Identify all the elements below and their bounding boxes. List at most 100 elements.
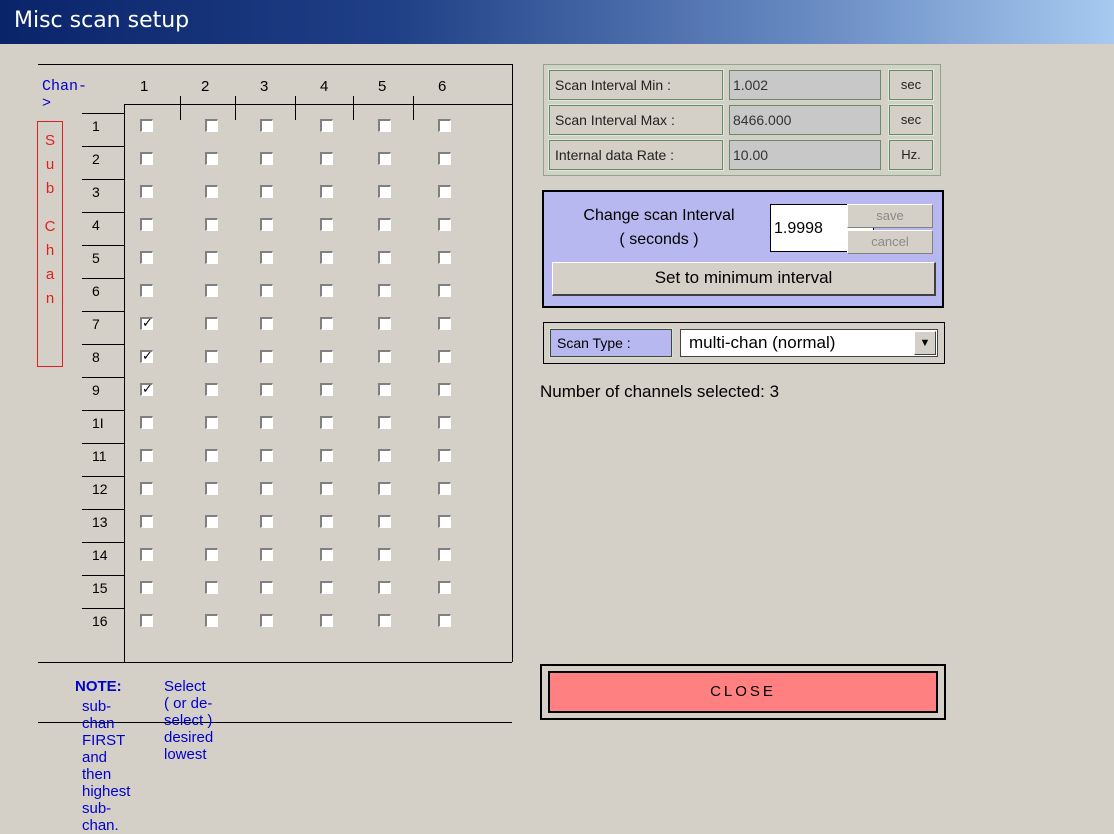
channel-checkbox[interactable] [438,218,451,231]
channel-checkbox[interactable] [438,119,451,132]
channel-checkbox[interactable] [320,515,333,528]
channel-checkbox[interactable] [438,350,451,363]
channel-checkbox[interactable] [205,119,218,132]
channel-checkbox[interactable] [438,581,451,594]
channel-checkbox[interactable] [260,119,273,132]
channel-checkbox[interactable] [260,185,273,198]
channel-checkbox[interactable] [260,152,273,165]
channel-checkbox[interactable] [205,218,218,231]
channel-checkbox[interactable] [378,152,391,165]
channel-checkbox[interactable] [438,383,451,396]
channel-checkbox[interactable] [438,416,451,429]
channel-checkbox[interactable] [205,350,218,363]
channel-checkbox[interactable] [140,218,153,231]
channel-checkbox[interactable] [438,449,451,462]
channel-checkbox[interactable] [320,218,333,231]
channel-checkbox[interactable]: ✓ [140,383,153,396]
channel-checkbox[interactable] [438,482,451,495]
channel-checkbox[interactable] [438,515,451,528]
channel-checkbox[interactable] [320,581,333,594]
channel-checkbox[interactable] [140,185,153,198]
channel-checkbox[interactable] [260,515,273,528]
channel-checkbox[interactable] [140,515,153,528]
channel-checkbox[interactable] [378,251,391,264]
cancel-button[interactable]: cancel [847,230,933,254]
channel-checkbox[interactable] [260,548,273,561]
channel-checkbox[interactable] [438,152,451,165]
channel-checkbox[interactable] [378,284,391,297]
channel-checkbox[interactable] [320,284,333,297]
channel-checkbox[interactable] [260,317,273,330]
channel-checkbox[interactable] [205,515,218,528]
channel-checkbox[interactable] [140,284,153,297]
channel-checkbox[interactable]: ✓ [140,350,153,363]
channel-checkbox[interactable] [140,119,153,132]
channel-checkbox[interactable] [205,581,218,594]
channel-checkbox[interactable] [320,383,333,396]
channel-checkbox[interactable] [320,350,333,363]
channel-checkbox[interactable] [205,185,218,198]
channel-checkbox[interactable] [378,581,391,594]
channel-checkbox[interactable] [320,548,333,561]
channel-checkbox[interactable] [205,614,218,627]
channel-checkbox[interactable] [260,614,273,627]
channel-checkbox[interactable] [320,185,333,198]
channel-checkbox[interactable] [320,614,333,627]
channel-checkbox[interactable] [378,350,391,363]
channel-checkbox[interactable] [378,383,391,396]
channel-checkbox[interactable] [378,482,391,495]
channel-checkbox[interactable] [320,152,333,165]
channel-checkbox[interactable] [205,152,218,165]
channel-checkbox[interactable] [140,482,153,495]
channel-checkbox[interactable] [205,449,218,462]
channel-checkbox[interactable] [260,482,273,495]
channel-checkbox[interactable] [205,317,218,330]
channel-checkbox[interactable] [205,284,218,297]
channel-checkbox[interactable] [260,416,273,429]
set-minimum-interval-button[interactable]: Set to minimum interval [552,262,936,296]
channel-checkbox[interactable] [320,119,333,132]
channel-checkbox[interactable] [140,548,153,561]
channel-checkbox[interactable] [438,548,451,561]
channel-checkbox[interactable] [260,350,273,363]
channel-checkbox[interactable] [260,383,273,396]
channel-checkbox[interactable] [260,581,273,594]
channel-checkbox[interactable] [320,449,333,462]
dropdown-arrow-icon[interactable]: ▼ [914,331,936,355]
channel-checkbox[interactable] [140,449,153,462]
channel-checkbox[interactable]: ✓ [140,317,153,330]
scan-type-select[interactable]: multi-chan (normal) ▼ [680,329,938,357]
channel-checkbox[interactable] [438,251,451,264]
channel-checkbox[interactable] [320,317,333,330]
channel-checkbox[interactable] [378,548,391,561]
channel-checkbox[interactable] [205,383,218,396]
channel-checkbox[interactable] [140,614,153,627]
channel-checkbox[interactable] [378,515,391,528]
channel-checkbox[interactable] [140,251,153,264]
channel-checkbox[interactable] [205,482,218,495]
channel-checkbox[interactable] [438,284,451,297]
channel-checkbox[interactable] [260,284,273,297]
save-button[interactable]: save [847,204,933,228]
channel-checkbox[interactable] [140,581,153,594]
channel-checkbox[interactable] [140,152,153,165]
channel-checkbox[interactable] [438,614,451,627]
channel-checkbox[interactable] [140,416,153,429]
channel-checkbox[interactable] [378,449,391,462]
channel-checkbox[interactable] [378,416,391,429]
channel-checkbox[interactable] [378,185,391,198]
channel-checkbox[interactable] [205,548,218,561]
channel-checkbox[interactable] [320,251,333,264]
channel-checkbox[interactable] [438,185,451,198]
channel-checkbox[interactable] [320,482,333,495]
channel-checkbox[interactable] [260,251,273,264]
channel-checkbox[interactable] [320,416,333,429]
channel-checkbox[interactable] [378,317,391,330]
channel-checkbox[interactable] [205,416,218,429]
channel-checkbox[interactable] [260,449,273,462]
channel-checkbox[interactable] [378,614,391,627]
channel-checkbox[interactable] [205,251,218,264]
channel-checkbox[interactable] [260,218,273,231]
channel-checkbox[interactable] [378,119,391,132]
channel-checkbox[interactable] [438,317,451,330]
